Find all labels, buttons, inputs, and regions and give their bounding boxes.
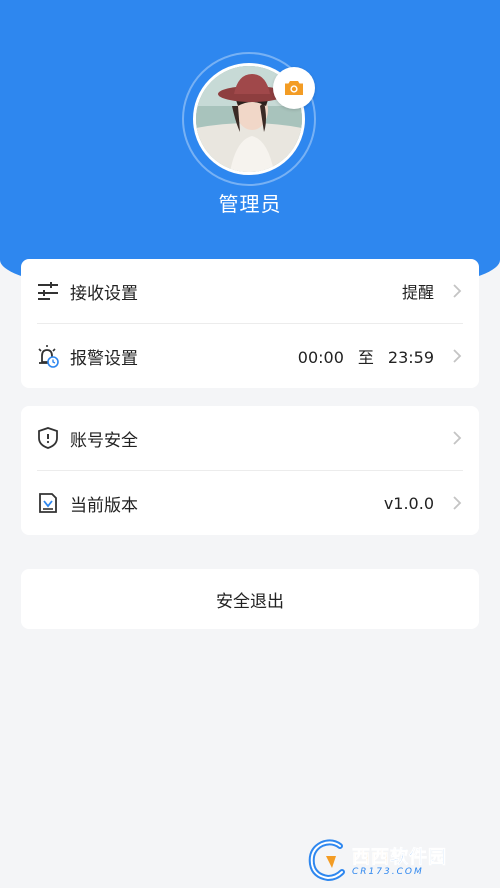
sliders-icon bbox=[38, 282, 58, 300]
current-version-row[interactable]: 当前版本 v1.0.0 bbox=[21, 471, 479, 535]
receive-settings-label: 接收设置 bbox=[70, 283, 138, 304]
chevron-right-icon bbox=[453, 349, 462, 363]
logout-card: 安全退出 bbox=[21, 569, 479, 629]
receive-settings-row[interactable]: 接收设置 提醒 bbox=[21, 259, 479, 323]
change-avatar-button[interactable] bbox=[273, 67, 315, 109]
chevron-right-icon bbox=[453, 284, 462, 298]
receive-settings-value: 提醒 bbox=[401, 283, 434, 302]
watermark-domain: CR173.COM bbox=[352, 867, 424, 877]
alarm-end-time: 23:59 bbox=[387, 348, 434, 367]
watermark-brand-orange: 西西 bbox=[352, 847, 390, 869]
alarm-start-time: 00:00 bbox=[297, 348, 344, 367]
logout-button[interactable]: 安全退出 bbox=[21, 569, 479, 629]
watermark-logo-icon bbox=[308, 839, 345, 882]
account-security-label: 账号安全 bbox=[70, 430, 138, 451]
alarm-settings-label: 报警设置 bbox=[70, 348, 138, 369]
current-version-label: 当前版本 bbox=[70, 495, 138, 516]
alarm-clock-icon bbox=[38, 345, 59, 368]
alarm-separator: 至 bbox=[357, 348, 374, 367]
chevron-right-icon bbox=[453, 431, 462, 445]
info-card: 账号安全 当前版本 v1.0.0 bbox=[21, 406, 479, 535]
username: 管理员 bbox=[218, 192, 282, 216]
watermark-text: 西西软件园 CR173.COM bbox=[352, 843, 447, 877]
alarm-settings-row[interactable]: 报警设置 00:00 至 23:59 bbox=[21, 324, 479, 388]
account-security-row[interactable]: 账号安全 bbox=[21, 406, 479, 470]
shield-icon bbox=[38, 427, 58, 449]
camera-icon bbox=[285, 81, 303, 95]
watermark: 西西软件园 CR173.COM bbox=[304, 838, 484, 882]
alarm-time-range: 00:00 至 23:59 bbox=[298, 344, 434, 368]
download-icon bbox=[39, 493, 57, 513]
settings-card: 接收设置 提醒 报警设置 00:00 至 23:59 bbox=[21, 259, 479, 388]
watermark-brand-blue: 软件园 bbox=[390, 847, 447, 869]
chevron-right-icon bbox=[453, 496, 462, 510]
current-version-value: v1.0.0 bbox=[383, 493, 434, 513]
